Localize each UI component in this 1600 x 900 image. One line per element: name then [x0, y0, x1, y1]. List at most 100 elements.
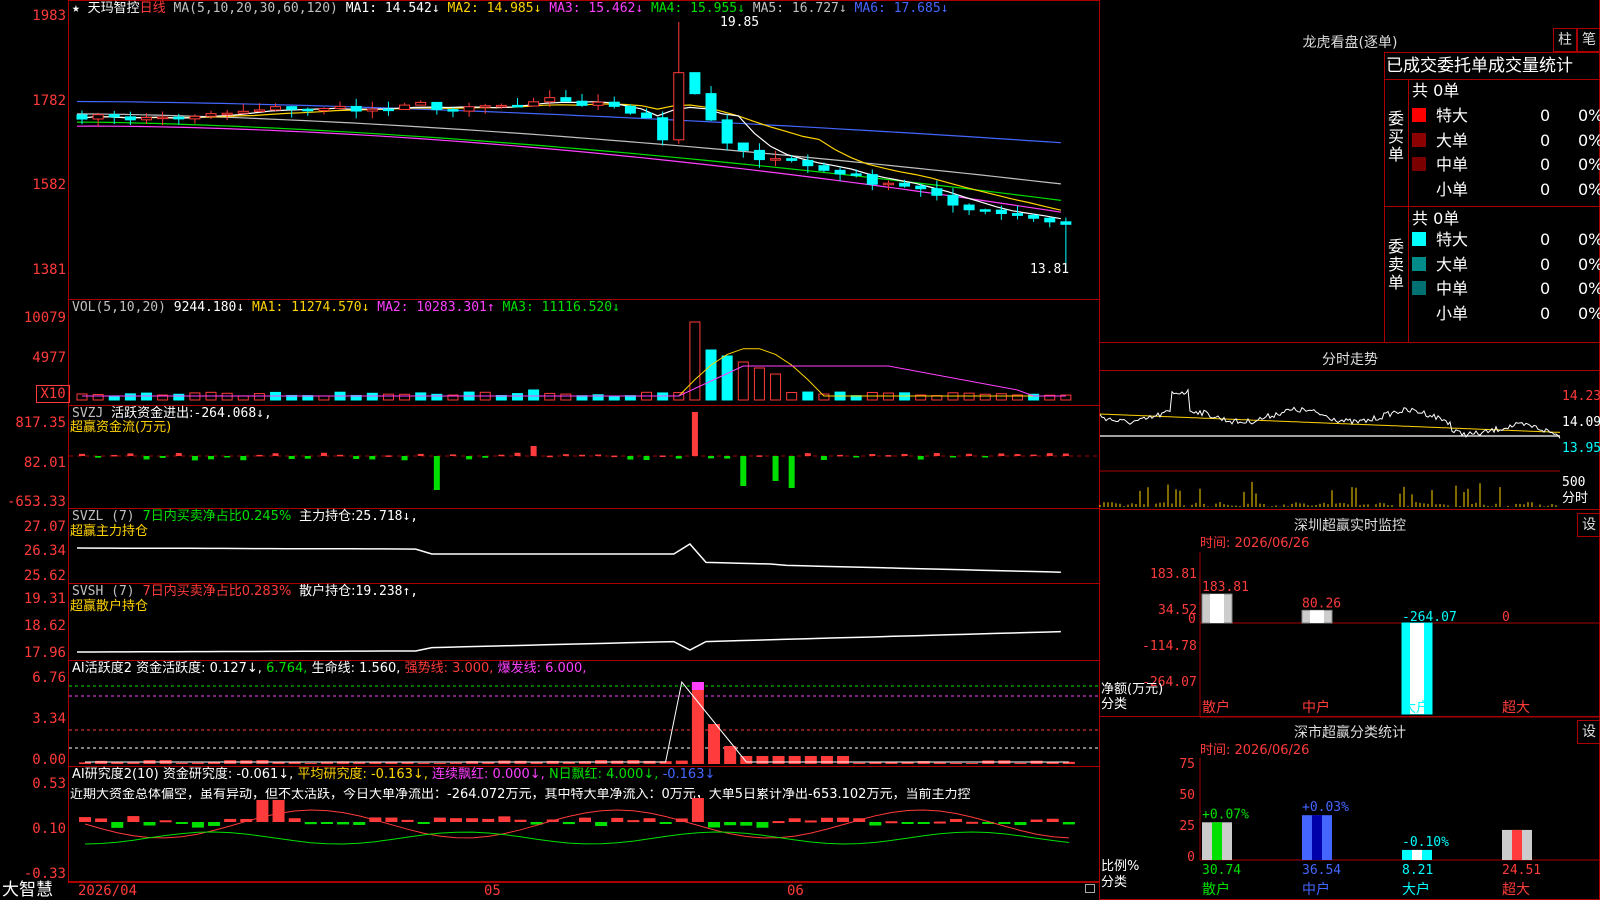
flow-bar	[159, 456, 166, 458]
swatch	[1412, 256, 1426, 271]
swatch	[1412, 232, 1426, 246]
star-icon[interactable]: ★	[72, 1, 80, 16]
category-label: 中户	[1302, 699, 1330, 716]
candle	[237, 110, 249, 114]
ai2-nred: N日飘红: 4.000↓,	[548, 767, 659, 782]
sell-total: 共 0单	[1412, 209, 1460, 228]
classify-chart[interactable]: 75 50 25 0 +0.07% 30.74 散户 +0.03% 36.54 中户 -0.10% 8…	[1100, 757, 1600, 900]
vol-ma-line	[82, 348, 1066, 397]
swatch	[1412, 108, 1426, 122]
period-label[interactable]: 日线	[140, 1, 166, 16]
classify-xlabel: 分类	[1101, 875, 1128, 890]
swatch	[1412, 132, 1426, 147]
y-tick: -653.33	[6, 494, 66, 510]
lock-icon[interactable]	[1085, 884, 1095, 893]
bar-mode-button[interactable]: 柱	[1553, 28, 1577, 52]
ai2-avg: 平均研究度: -0.163↓,	[297, 767, 428, 782]
monitor-settings-button[interactable]: 设	[1577, 513, 1600, 537]
ai-research-chart[interactable]	[69, 798, 1099, 880]
lhb-n: 0	[1540, 130, 1551, 150]
activity-bar	[966, 762, 979, 764]
lhb-n: 0	[1540, 279, 1551, 298]
intraday-tick: 14.09	[1562, 415, 1600, 430]
svzj-title: SVZJ	[72, 406, 104, 421]
svzj-label: 活跃资金进出:	[111, 406, 194, 421]
research-bar	[385, 817, 398, 822]
ai-activity-chart[interactable]	[69, 676, 1099, 766]
y-tick: 1782	[32, 93, 66, 109]
svzj-chart[interactable]	[69, 412, 1099, 508]
monitor-title: 深圳超赢实时监控	[1294, 518, 1406, 534]
svsh-title: SVSH (7)	[72, 584, 135, 599]
lhb-name: 小单	[1436, 303, 1469, 323]
y-tick: 0.10	[32, 821, 66, 837]
ma-line	[76, 125, 1061, 213]
volume-bar	[92, 394, 104, 401]
svsh-ratio: 7日内买卖净占比0.283%	[142, 584, 292, 599]
ma-value: 17.685↓	[893, 1, 949, 16]
candle	[802, 159, 814, 167]
flow-bar	[288, 456, 295, 460]
flow-bar	[433, 456, 440, 490]
ma-value: 14.985↓	[486, 1, 550, 16]
lhb-n: 0	[1540, 254, 1551, 274]
classify-settings-button[interactable]: 设	[1577, 720, 1600, 744]
activity-bar	[433, 762, 446, 764]
flow-bar	[320, 452, 327, 456]
lhb-n: 0	[1540, 179, 1551, 199]
flow-bar	[530, 446, 537, 456]
candle	[753, 149, 765, 161]
volume-bar	[382, 393, 394, 401]
volume-bar	[511, 393, 523, 401]
candle	[302, 108, 314, 112]
research-bar	[417, 822, 430, 824]
change-label: +0.03%	[1302, 800, 1349, 815]
intraday-chart[interactable]	[1099, 371, 1561, 508]
volume-bar	[253, 393, 265, 401]
svzl-chart[interactable]	[69, 540, 1099, 583]
ai2-note: 近期大资金总体偏空，虽有异动，但不太活跃，今日大单净流出：-264.072万元，…	[70, 788, 971, 802]
research-bar	[1046, 818, 1059, 822]
activity-bar	[417, 762, 430, 764]
flow-bar	[998, 453, 1005, 456]
lhb-divider	[1384, 79, 1600, 80]
lhb-name: 大单	[1436, 130, 1469, 150]
pen-mode-button[interactable]: 笔	[1577, 28, 1600, 52]
flow-bar	[256, 454, 263, 457]
volume-chart[interactable]	[69, 316, 1099, 404]
lhb-p: 0%	[1578, 130, 1600, 150]
research-bar	[966, 821, 979, 824]
candle	[270, 106, 282, 111]
research-bar	[191, 822, 204, 828]
ratio-value-label: 8.21	[1402, 863, 1433, 878]
ai2-last: -0.163↓	[662, 767, 716, 782]
research-bar	[675, 818, 688, 822]
research-bar	[627, 820, 640, 823]
candle	[544, 97, 556, 103]
net-value-label: -264.07	[1402, 610, 1457, 625]
ma-item: MA3:	[549, 1, 589, 16]
y-tick: 1381	[32, 262, 66, 278]
y-tick: 4977	[32, 350, 66, 366]
candle	[253, 109, 265, 112]
candle	[431, 101, 443, 111]
research-bar	[111, 822, 124, 828]
lhb-name: 大单	[1436, 254, 1469, 274]
ai2-value: -0.061↓,	[236, 767, 294, 782]
activity-bar	[933, 762, 946, 764]
research-bar	[869, 822, 882, 826]
net-bar-highlight	[1310, 610, 1324, 623]
volume-bar	[802, 391, 814, 401]
flow-bar	[788, 456, 795, 488]
volume-bar	[963, 392, 975, 401]
buy-side-label: 委买单	[1388, 109, 1405, 164]
kline-chart[interactable]	[69, 18, 1099, 298]
lhb-n: 0	[1540, 106, 1551, 125]
activity-bar	[449, 762, 462, 764]
date-axis-line	[68, 882, 1100, 883]
intraday-tick: 14.23	[1562, 389, 1600, 404]
swatch	[1412, 181, 1426, 196]
svsh-chart[interactable]	[69, 612, 1099, 660]
flow-bar	[595, 454, 602, 457]
flow-bar	[466, 456, 473, 460]
